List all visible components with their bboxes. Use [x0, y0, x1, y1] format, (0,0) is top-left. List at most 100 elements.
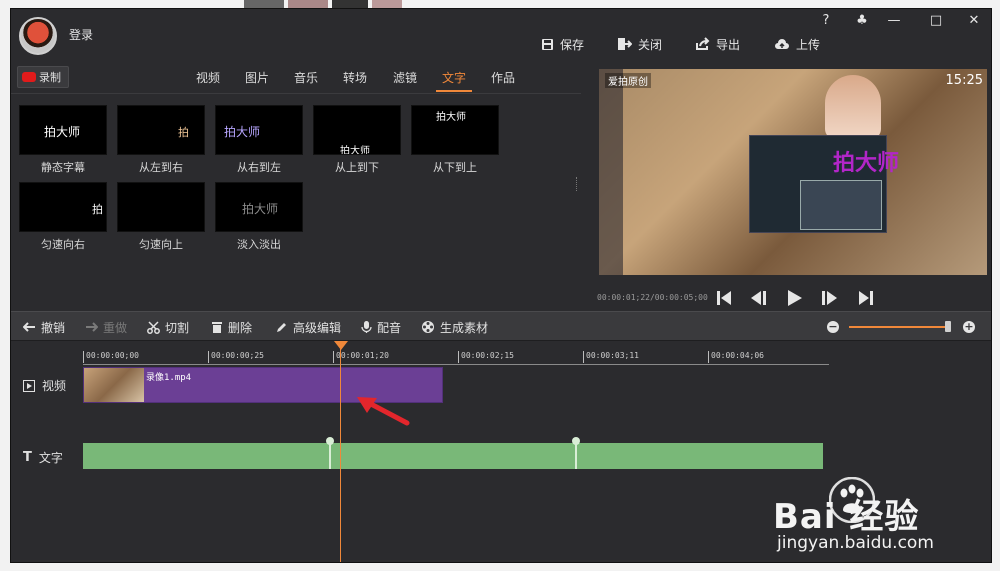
- media-library-panel: 录制 视频 图片 音乐 转场 滤镜 文字 作品 拍大师 静态字幕 拍 从左到右 …: [11, 61, 581, 311]
- tab-video[interactable]: 视频: [196, 69, 220, 86]
- skip-start-icon[interactable]: [713, 287, 735, 309]
- tab-image[interactable]: 图片: [245, 69, 269, 86]
- text-track-label: T 文字: [23, 449, 63, 466]
- step-forward-icon[interactable]: [819, 287, 841, 309]
- tile-preview-text: 拍大师: [436, 112, 466, 123]
- baidu-logo-text: Bai 经验: [773, 497, 920, 537]
- tab-filter[interactable]: 滤镜: [393, 69, 417, 86]
- tile-label: 从下到上: [433, 161, 477, 174]
- text-effect-tile[interactable]: 拍大师: [19, 105, 107, 155]
- timeline-panel: 00:00:00;00 00:00:00;25 00:00:01;20 00:0…: [11, 341, 991, 562]
- record-label: 录制: [39, 71, 61, 84]
- cut-label: 切割: [165, 320, 190, 335]
- video-track-icon: [23, 379, 35, 392]
- text-effect-tile[interactable]: 拍大师: [313, 105, 401, 155]
- step-back-icon[interactable]: [747, 287, 769, 309]
- tile-label: 从右到左: [237, 161, 281, 174]
- preview-timecode: 00:00:01;22/00:00:05;00: [597, 293, 708, 302]
- film-reel-icon: [422, 321, 434, 333]
- preview-person: [825, 75, 881, 139]
- export-button[interactable]: 导出: [695, 35, 740, 53]
- generate-material-label: 生成素材: [440, 320, 489, 335]
- redo-button[interactable]: 重做: [85, 319, 127, 335]
- record-icon: [22, 72, 36, 82]
- play-icon[interactable]: [783, 287, 805, 309]
- red-arrow-annotation-icon: [357, 397, 410, 426]
- text-effect-tile[interactable]: [117, 182, 205, 232]
- text-effect-tile[interactable]: 拍: [117, 105, 205, 155]
- zoom-out-button[interactable]: −: [827, 321, 839, 333]
- text-keyframe-line: [329, 443, 331, 469]
- cut-button[interactable]: 切割: [147, 319, 189, 335]
- maximize-button[interactable]: □: [925, 12, 947, 30]
- ruler-tick: 00:00:02;15: [458, 351, 514, 363]
- text-track-text: 文字: [38, 451, 63, 465]
- playhead-line[interactable]: [340, 349, 341, 562]
- app-logo-icon[interactable]: [19, 17, 57, 55]
- text-clip[interactable]: [83, 443, 823, 469]
- tile-label: 静态字幕: [41, 161, 85, 174]
- close-window-button[interactable]: ✕: [963, 12, 985, 30]
- tile-label: 从左到右: [139, 161, 183, 174]
- save-button[interactable]: 保存: [541, 35, 584, 53]
- skin-icon[interactable]: ♣: [851, 12, 873, 30]
- desktop-icons-strip: [599, 69, 623, 275]
- ruler-tick: 00:00:01;20: [333, 351, 389, 363]
- tile-preview-text: 拍: [178, 126, 189, 139]
- pen-icon: [277, 322, 286, 332]
- skip-end-icon[interactable]: [855, 287, 877, 309]
- tile-preview-text: 拍大师: [242, 202, 279, 216]
- share-icon: [696, 37, 710, 50]
- undo-icon: [23, 322, 35, 332]
- preview-overlay-text: 拍大师: [833, 151, 900, 176]
- ruler-tick: 00:00:04;06: [708, 351, 764, 363]
- text-effect-tile[interactable]: 拍大师: [411, 105, 499, 155]
- close-project-label: 关闭: [638, 37, 663, 52]
- zoom-slider-handle[interactable]: [945, 321, 951, 332]
- preview-panel: 爱拍原创 15:25 拍大师 00:00:01;22/00:00:05;00: [587, 61, 991, 311]
- ruler-tick: 00:00:00;00: [83, 351, 139, 363]
- time-ruler[interactable]: 00:00:00;00 00:00:00;25 00:00:01;20 00:0…: [83, 351, 829, 367]
- splitter-handle[interactable]: [576, 177, 579, 191]
- playhead-handle[interactable]: [334, 341, 348, 350]
- text-effect-tile[interactable]: 拍: [19, 182, 107, 232]
- text-keyframe-line: [575, 443, 577, 469]
- login-link[interactable]: 登录: [69, 26, 93, 43]
- text-effect-tile[interactable]: 拍大师: [215, 182, 303, 232]
- text-effect-tile[interactable]: 拍大师: [215, 105, 303, 155]
- tab-works[interactable]: 作品: [491, 69, 515, 86]
- tile-label: 匀速向上: [139, 238, 183, 251]
- microphone-icon: [361, 321, 372, 333]
- generate-material-button[interactable]: 生成素材: [421, 319, 488, 335]
- ruler-tick: 00:00:03;11: [583, 351, 639, 363]
- tile-label: 匀速向右: [41, 238, 85, 251]
- ruler-tick: 00:00:00;25: [208, 351, 264, 363]
- advanced-edit-label: 高级编辑: [293, 320, 342, 335]
- title-bar: 登录 ? ♣ — □ ✕ 保存 关闭 导出 上传: [11, 9, 991, 61]
- text-track-icon: T: [23, 450, 32, 465]
- preview-screen[interactable]: 爱拍原创 15:25 拍大师: [599, 69, 987, 275]
- export-label: 导出: [716, 37, 741, 52]
- tab-transition[interactable]: 转场: [343, 69, 367, 86]
- tab-text[interactable]: 文字: [442, 69, 466, 86]
- save-icon: [542, 38, 553, 50]
- video-track-label: 视频: [23, 377, 66, 394]
- zoom-in-button[interactable]: +: [963, 321, 975, 333]
- delete-label: 删除: [228, 320, 253, 335]
- close-project-button[interactable]: 关闭: [617, 35, 662, 53]
- dubbing-label: 配音: [377, 320, 402, 335]
- tab-music[interactable]: 音乐: [294, 69, 318, 86]
- undo-button[interactable]: 撤销: [23, 319, 65, 335]
- help-button[interactable]: ?: [815, 12, 837, 30]
- edit-toolbar: 撤销 重做 切割 删除 高级编辑 配音 生成素材 − +: [11, 311, 991, 341]
- upload-button[interactable]: 上传: [774, 35, 820, 53]
- delete-button[interactable]: 删除: [211, 319, 252, 335]
- advanced-edit-button[interactable]: 高级编辑: [275, 319, 341, 335]
- record-button[interactable]: 录制: [17, 66, 69, 88]
- zoom-slider-track[interactable]: [849, 326, 947, 328]
- category-tabs: 录制 视频 图片 音乐 转场 滤镜 文字 作品: [11, 61, 581, 94]
- dubbing-button[interactable]: 配音: [361, 319, 401, 335]
- preview-clock: 15:25: [945, 73, 983, 88]
- exit-icon: [618, 38, 632, 50]
- minimize-button[interactable]: —: [883, 12, 905, 30]
